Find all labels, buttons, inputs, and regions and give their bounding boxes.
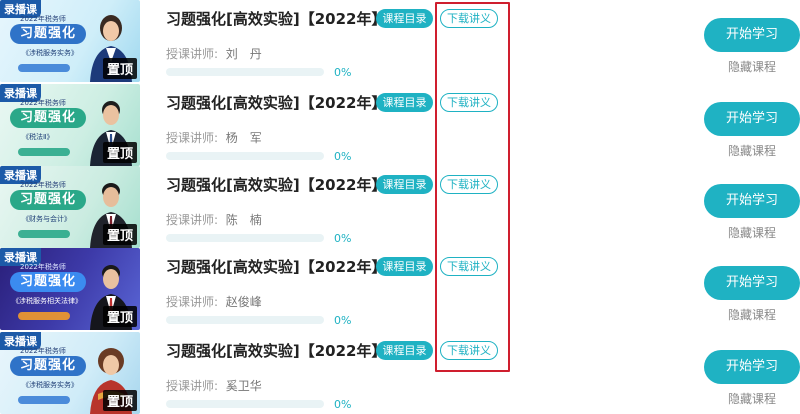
pin-top-button[interactable]: 置顶 (102, 390, 137, 411)
teacher-name: 赵俊峰 (225, 295, 262, 309)
thumbnail-year: 2022年税务师 (20, 181, 66, 189)
hide-course-link[interactable]: 隐藏课程 (704, 58, 800, 75)
teacher-name: 陈 楠 (225, 213, 262, 227)
thumbnail-title: 习题强化 (10, 356, 86, 376)
course-row: 录播课 2022年税务师 习题强化 《涉税服务实务》 置顶 习题强化[高效实验]… (0, 0, 800, 82)
teacher-name: 杨 军 (225, 131, 262, 145)
thumbnail-subject: 《涉税服务实务》 (22, 49, 78, 57)
course-catalog-button[interactable]: 课程目录 (376, 341, 433, 360)
thumbnail-badge (18, 148, 70, 156)
course-thumbnail[interactable]: 录播课 2022年税务师 习题强化 《税法Ⅱ》 置顶 (0, 84, 140, 166)
course-row: 录播课 2022年税务师 习题强化 《涉税服务相关法律》 置顶 习题强化[高效实… (0, 248, 800, 330)
thumbnail-title: 习题强化 (10, 24, 86, 44)
pin-top-button[interactable]: 置顶 (102, 142, 137, 163)
course-thumbnail[interactable]: 录播课 2022年税务师 习题强化 《涉税服务实务》 置顶 (0, 0, 140, 82)
start-learning-button[interactable]: 开始学习 (704, 184, 800, 218)
course-thumbnail[interactable]: 录播课 2022年税务师 习题强化 《涉税服务相关法律》 置顶 (0, 248, 140, 330)
download-handout-button[interactable]: 下载讲义 (440, 341, 498, 360)
progress-percent: 0% (334, 150, 352, 163)
teacher-label: 授课讲师: (166, 295, 219, 309)
course-row: 录播课 2022年税务师 习题强化 《税法Ⅱ》 置顶 习题强化[高效实验]【20… (0, 84, 800, 166)
download-handout-button[interactable]: 下载讲义 (440, 93, 498, 112)
thumbnail-title: 习题强化 (10, 190, 86, 210)
teacher-label: 授课讲师: (166, 213, 219, 227)
thumbnail-badge (18, 230, 70, 238)
start-learning-button[interactable]: 开始学习 (704, 102, 800, 136)
thumbnail-badge (18, 312, 70, 320)
course-row: 录播课 2022年税务师 习题强化 《涉税服务实务》 置顶 习题强化[高效实验]… (0, 332, 800, 414)
course-title[interactable]: 习题强化[高效实验]【2022年】 (166, 174, 386, 195)
teacher-label: 授课讲师: (166, 131, 219, 145)
teacher-label: 授课讲师: (166, 379, 219, 393)
course-title[interactable]: 习题强化[高效实验]【2022年】 (166, 8, 386, 29)
progress-bar (166, 68, 324, 76)
thumbnail-year: 2022年税务师 (20, 99, 66, 107)
course-list: 录播课 2022年税务师 习题强化 《涉税服务实务》 置顶 习题强化[高效实验]… (0, 0, 800, 414)
progress-percent: 0% (334, 232, 352, 245)
teacher-name: 刘 丹 (225, 47, 262, 61)
progress-bar (166, 152, 324, 160)
start-learning-button[interactable]: 开始学习 (704, 18, 800, 52)
course-catalog-button[interactable]: 课程目录 (376, 9, 433, 28)
teacher-name: 奚卫华 (225, 379, 262, 393)
thumbnail-year: 2022年税务师 (20, 263, 66, 271)
progress-bar (166, 400, 324, 408)
hide-course-link[interactable]: 隐藏课程 (704, 306, 800, 323)
thumbnail-title: 习题强化 (10, 108, 86, 128)
thumbnail-subject: 《涉税服务实务》 (22, 381, 78, 389)
pin-top-button[interactable]: 置顶 (102, 224, 137, 245)
teacher-info: 授课讲师: 刘 丹 (166, 45, 262, 62)
course-row: 录播课 2022年税务师 习题强化 《财务与会计》 置顶 习题强化[高效实验]【… (0, 166, 800, 248)
progress-percent: 0% (334, 314, 352, 327)
thumbnail-title: 习题强化 (10, 272, 86, 292)
thumbnail-year: 2022年税务师 (20, 347, 66, 355)
download-handout-button[interactable]: 下载讲义 (440, 257, 498, 276)
thumbnail-year: 2022年税务师 (20, 15, 66, 23)
progress-percent: 0% (334, 66, 352, 79)
start-learning-button[interactable]: 开始学习 (704, 350, 800, 384)
download-handout-button[interactable]: 下载讲义 (440, 175, 498, 194)
pin-top-button[interactable]: 置顶 (102, 306, 137, 327)
thumbnail-badge (18, 396, 70, 404)
thumbnail-subject: 《税法Ⅱ》 (22, 133, 54, 141)
hide-course-link[interactable]: 隐藏课程 (704, 390, 800, 407)
course-catalog-button[interactable]: 课程目录 (376, 93, 433, 112)
pin-top-button[interactable]: 置顶 (102, 58, 137, 79)
teacher-info: 授课讲师: 奚卫华 (166, 377, 262, 394)
download-handout-button[interactable]: 下载讲义 (440, 9, 498, 28)
teacher-label: 授课讲师: (166, 47, 219, 61)
course-thumbnail[interactable]: 录播课 2022年税务师 习题强化 《涉税服务实务》 置顶 (0, 332, 140, 414)
thumbnail-badge (18, 64, 70, 72)
thumbnail-subject: 《涉税服务相关法律》 (12, 297, 82, 305)
thumbnail-subject: 《财务与会计》 (22, 215, 71, 223)
course-title[interactable]: 习题强化[高效实验]【2022年】 (166, 256, 386, 277)
progress-percent: 0% (334, 398, 352, 411)
teacher-info: 授课讲师: 杨 军 (166, 129, 262, 146)
teacher-info: 授课讲师: 赵俊峰 (166, 293, 262, 310)
hide-course-link[interactable]: 隐藏课程 (704, 142, 800, 159)
course-title[interactable]: 习题强化[高效实验]【2022年】 (166, 340, 386, 361)
hide-course-link[interactable]: 隐藏课程 (704, 224, 800, 241)
course-catalog-button[interactable]: 课程目录 (376, 175, 433, 194)
teacher-info: 授课讲师: 陈 楠 (166, 211, 262, 228)
course-catalog-button[interactable]: 课程目录 (376, 257, 433, 276)
course-title[interactable]: 习题强化[高效实验]【2022年】 (166, 92, 386, 113)
course-thumbnail[interactable]: 录播课 2022年税务师 习题强化 《财务与会计》 置顶 (0, 166, 140, 248)
progress-bar (166, 316, 324, 324)
start-learning-button[interactable]: 开始学习 (704, 266, 800, 300)
progress-bar (166, 234, 324, 242)
